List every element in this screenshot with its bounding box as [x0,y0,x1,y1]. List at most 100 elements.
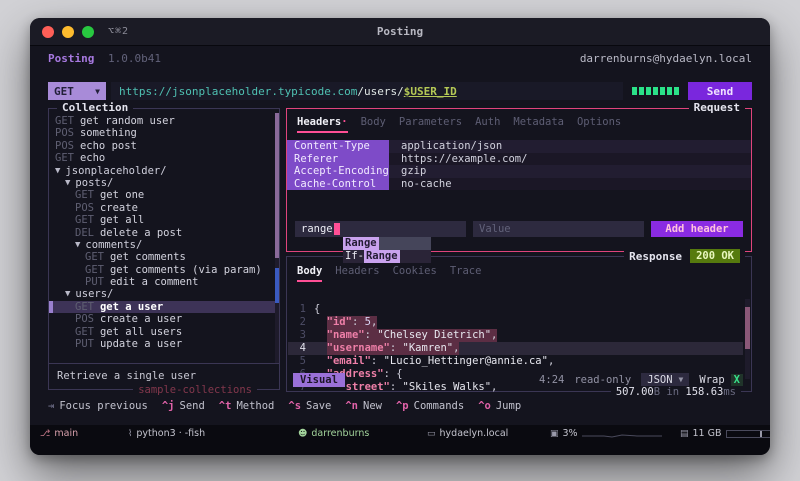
code-line: 5 "email": "Lucio_Hettinger@annie.ca", [288,355,743,368]
code-token: "email" [327,355,371,367]
request-tab-auth[interactable]: Auth [475,116,500,133]
host-name: hydaelyn.local [440,428,509,439]
request-method-label: POS [75,202,94,214]
request-method-label: GET [85,251,104,263]
request-tab-options[interactable]: Options [577,116,621,133]
request-item-label: posts/ [75,177,113,189]
collection-request-item[interactable]: GETget all users [49,326,279,338]
collection-request-item[interactable]: GETget random user [49,115,279,127]
autocomplete-item[interactable]: If-Range [343,250,431,263]
collection-scrollbar-thumb[interactable] [275,113,279,258]
request-headers-table: Content-Typeapplication/jsonRefererhttps… [287,140,751,190]
wrap-checkbox[interactable]: X [731,374,743,386]
collection-tree: GETget random userPOSsomethingPOSecho po… [49,109,279,363]
cpu-icon: ▣ [550,429,559,439]
collection-folder[interactable]: ▼posts/ [49,177,279,189]
keybinding-send[interactable]: ^jSend [162,400,205,412]
user-icon: ☻ [298,429,307,439]
collection-request-item[interactable]: POScreate a user [49,313,279,325]
collection-request-item[interactable]: GETget all [49,214,279,226]
response-size: 507.00 [616,386,654,398]
header-value-cell: application/json [389,140,502,153]
cursor-position-label: 4:24 [539,374,564,386]
header-row[interactable]: Accept-Encodinggzip [287,165,751,178]
request-item-label: get all users [100,326,182,338]
wrap-toggle[interactable]: Wrap X [699,374,743,386]
collection-request-item[interactable]: PUTupdate a user [49,338,279,350]
collection-request-item[interactable]: GETget one [49,189,279,201]
code-token: "id" [327,316,352,328]
response-tab-body[interactable]: Body [297,265,322,282]
header-row[interactable]: Content-Typeapplication/json [287,140,751,153]
folder-expanded-arrow-icon: ▼ [55,165,60,177]
line-number: 4 [288,342,314,355]
keybinding-label: Method [236,400,274,412]
code-indent [314,329,327,342]
tab-content-dot: · [341,116,347,128]
chevron-down-icon: ▼ [95,87,100,96]
trace-dot [653,87,658,95]
url-input[interactable]: https://jsonplaceholder.typicode.com/use… [111,82,623,100]
request-tab-metadata[interactable]: Metadata [513,116,564,133]
collection-folder[interactable]: ▼comments/ [49,239,279,251]
request-method-label: GET [55,115,74,127]
collection-name-label: sample-collections [133,384,257,396]
header-row[interactable]: Cache-Controlno-cache [287,178,751,191]
collection-request-item[interactable]: POScreate [49,202,279,214]
collection-folder[interactable]: ▼users/ [49,288,279,300]
response-tab-cookies[interactable]: Cookies [393,265,437,282]
titlebar: ⌥⌘2 Posting [30,18,770,46]
line-number: 2 [288,316,314,329]
line-number: 3 [288,329,314,342]
request-method-label: POS [55,127,74,139]
http-method-select[interactable]: GET ▼ [48,82,106,100]
request-method-label: POS [75,313,94,325]
request-tab-headers[interactable]: Headers· [297,116,348,133]
code-text: "email": "Lucio_Hettinger@annie.ca", [327,355,555,368]
response-scrollbar[interactable] [745,299,750,379]
request-method-label: GET [85,264,104,276]
response-tab-headers[interactable]: Headers [335,265,379,282]
format-select[interactable]: JSON ▼ [641,373,689,387]
close-window-button[interactable] [42,26,54,38]
keybinding-jump[interactable]: ^oJump [478,400,521,412]
collection-request-item[interactable]: POSsomething [49,127,279,139]
collection-pane: Collection GETget random userPOSsomethin… [48,108,280,390]
code-indent [314,316,327,329]
collection-scrollbar[interactable] [275,113,279,363]
minimize-window-button[interactable] [62,26,74,38]
response-scrollbar-thumb[interactable] [745,307,750,349]
keybinding-method[interactable]: ^tMethod [219,400,275,412]
ram-value: 11 GB [693,428,722,439]
autocomplete-item[interactable]: Range [343,237,431,250]
collection-request-item[interactable]: PUTedit a comment [49,276,279,288]
header-name-input[interactable]: range [295,221,466,237]
keybinding-key: ^o [478,400,491,412]
collection-request-item[interactable]: GETecho [49,152,279,164]
header-value-input[interactable]: Value [473,221,644,237]
collection-request-item[interactable]: GETget a user [49,301,279,313]
app-brand: Posting 1.0.0b41 [48,52,161,68]
response-time: 158.63 [685,386,723,398]
keybinding-save[interactable]: ^sSave [288,400,331,412]
shell-segment: ⌇ python3 · -fish [128,428,205,439]
keybinding-new[interactable]: ^nNew [345,400,382,412]
request-method-label: DEL [75,227,94,239]
collection-request-item[interactable]: POSecho post [49,140,279,152]
header-row[interactable]: Refererhttps://example.com/ [287,153,751,166]
request-tab-parameters[interactable]: Parameters [399,116,462,133]
code-text: { [314,303,320,316]
add-header-button[interactable]: Add header [651,221,743,237]
collection-request-item[interactable]: DELdelete a post [49,227,279,239]
collection-request-item[interactable]: GETget comments [49,251,279,263]
collection-request-item[interactable]: GETget comments (via param) [49,264,279,276]
autocomplete-match: Range [364,250,400,263]
collection-folder[interactable]: ▼jsonplaceholder/ [49,165,279,177]
send-button[interactable]: Send [688,82,752,100]
response-tab-trace[interactable]: Trace [450,265,482,282]
keybinding-commands[interactable]: ^pCommands [396,400,464,412]
zoom-window-button[interactable] [82,26,94,38]
request-tab-body[interactable]: Body [361,116,386,133]
keybinding-focus-previous[interactable]: ⇥Focus previous [48,400,148,412]
request-item-label: edit a comment [110,276,199,288]
